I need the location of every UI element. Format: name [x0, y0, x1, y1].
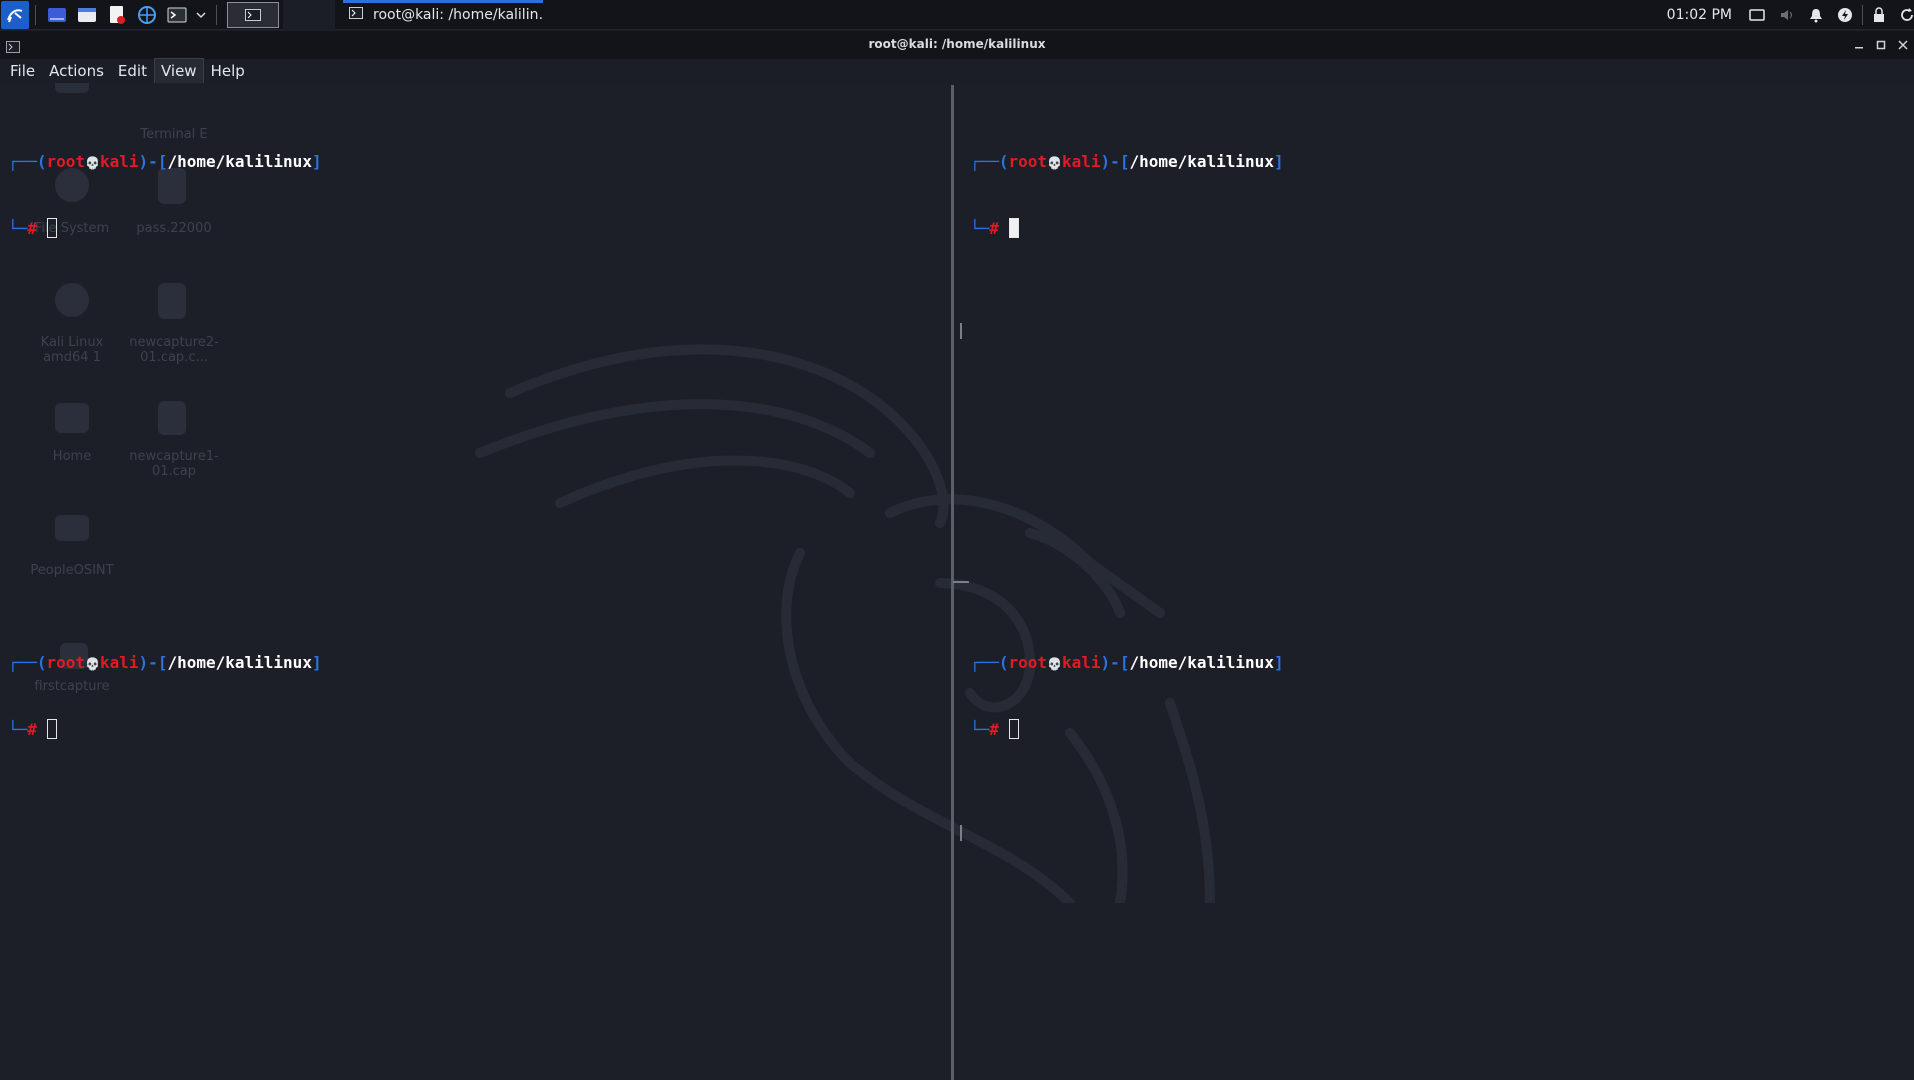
skull-icon: 💀: [85, 156, 101, 170]
desktop-ghost-icon: [158, 283, 186, 319]
desktop-ghost-icon: [55, 83, 89, 93]
panel-separator: [1862, 5, 1863, 25]
close-icon: [1898, 40, 1908, 50]
desktop-ghost-label: newcapture2-01.cap.c...: [129, 335, 219, 365]
text-cursor: [46, 218, 57, 238]
desktop-ghost-label: PeopleOSINT: [30, 563, 114, 578]
desktop-ghost-icon: [55, 403, 89, 433]
desktop-ghost-icon: [158, 401, 186, 435]
minimize-icon: [1855, 47, 1863, 49]
prompt-line-1: ┌──(root💀kali)-[/home/kalilinux]: [970, 152, 1284, 171]
skull-icon: 💀: [1047, 657, 1063, 671]
maximize-icon: [1876, 40, 1886, 50]
skull-icon: 💀: [85, 657, 101, 671]
top-panel: root@kali: /home/kalilin… 01:02 PM: [0, 0, 1914, 30]
resize-grip[interactable]: [960, 323, 962, 339]
prompt-line-2: └─#: [970, 218, 1284, 240]
close-button[interactable]: [1892, 35, 1914, 55]
window-title: root@kali: /home/kalilinux: [868, 37, 1046, 51]
desktop-ghost-label: newcapture1-01.cap: [129, 449, 219, 479]
file-manager-icon[interactable]: [75, 3, 99, 27]
taskbar-window-title: root@kali: /home/kalilin…: [373, 6, 543, 23]
menu-file[interactable]: File: [4, 59, 41, 83]
prompt-line-1: ┌──(root💀kali)-[/home/kalilinux]: [970, 653, 1284, 672]
taskbar-window-button[interactable]: root@kali: /home/kalilin…: [343, 0, 543, 30]
refresh-icon[interactable]: [1900, 7, 1914, 23]
display-icon[interactable]: [1749, 8, 1765, 22]
menubar: File Actions Edit View Help: [0, 58, 1914, 84]
maximize-button[interactable]: [1870, 35, 1892, 55]
terminal-icon: [245, 8, 261, 21]
chevron-down-icon[interactable]: [195, 3, 207, 27]
notification-icon[interactable]: [1809, 7, 1823, 23]
text-cursor: [1008, 719, 1019, 739]
workspace-2[interactable]: [283, 0, 335, 30]
menu-view[interactable]: View: [153, 58, 204, 84]
resize-grip[interactable]: [960, 825, 962, 841]
menu-actions[interactable]: Actions: [43, 59, 110, 83]
menu-edit[interactable]: Edit: [112, 59, 153, 83]
menu-help[interactable]: Help: [205, 59, 251, 83]
terminal-pane-bottom-right[interactable]: ┌──(root💀kali)-[/home/kalilinux] └─#: [970, 608, 1284, 785]
desktop-ghost-icon: [55, 283, 89, 317]
system-tray: 01:02 PM: [1667, 0, 1914, 30]
prompt-line-1: ┌──(root💀kali)-[/home/kalilinux]: [8, 653, 322, 672]
prompt-line-2: └─#: [8, 218, 322, 240]
clock[interactable]: 01:02 PM: [1667, 7, 1732, 23]
kali-dragon-watermark: [475, 344, 1215, 903]
desktop-ghost-label: Kali Linux amd64 1: [40, 335, 104, 365]
panel-separator: [216, 4, 217, 25]
prompt-line-2: └─#: [8, 719, 322, 741]
panel-separator: [35, 4, 36, 25]
browser-icon[interactable]: [135, 3, 159, 27]
terminal-area[interactable]: Terminal E File System pass.22000 Kali L…: [0, 83, 1914, 1080]
workspace-1[interactable]: [227, 1, 279, 28]
kali-menu-icon[interactable]: [1, 0, 29, 29]
terminal-pane-top-left[interactable]: ┌──(root💀kali)-[/home/kalilinux] └─#: [8, 107, 322, 284]
lock-icon[interactable]: [1872, 7, 1886, 23]
text-cursor: [46, 719, 57, 739]
minimize-button[interactable]: [1848, 35, 1870, 55]
terminal-pane-top-right[interactable]: ┌──(root💀kali)-[/home/kalilinux] └─#: [970, 107, 1284, 284]
horizontal-split-grip[interactable]: [953, 581, 969, 583]
terminal-icon: [349, 6, 363, 23]
text-editor-icon[interactable]: [105, 3, 129, 27]
prompt-line-1: ┌──(root💀kali)-[/home/kalilinux]: [8, 152, 322, 171]
volume-icon[interactable]: [1779, 8, 1795, 22]
text-cursor: [1008, 218, 1019, 238]
terminal-icon[interactable]: [165, 3, 189, 27]
power-icon[interactable]: [1837, 7, 1853, 23]
terminal-pane-bottom-left[interactable]: ┌──(root💀kali)-[/home/kalilinux] └─#: [8, 608, 322, 785]
desktop-ghost-label: Home: [52, 449, 92, 464]
desktop-icon[interactable]: [45, 3, 69, 27]
window-titlebar[interactable]: root@kali: /home/kalilinux: [0, 31, 1914, 59]
skull-icon: 💀: [1047, 156, 1063, 170]
prompt-line-2: └─#: [970, 719, 1284, 741]
desktop-ghost-icon: [55, 515, 89, 541]
